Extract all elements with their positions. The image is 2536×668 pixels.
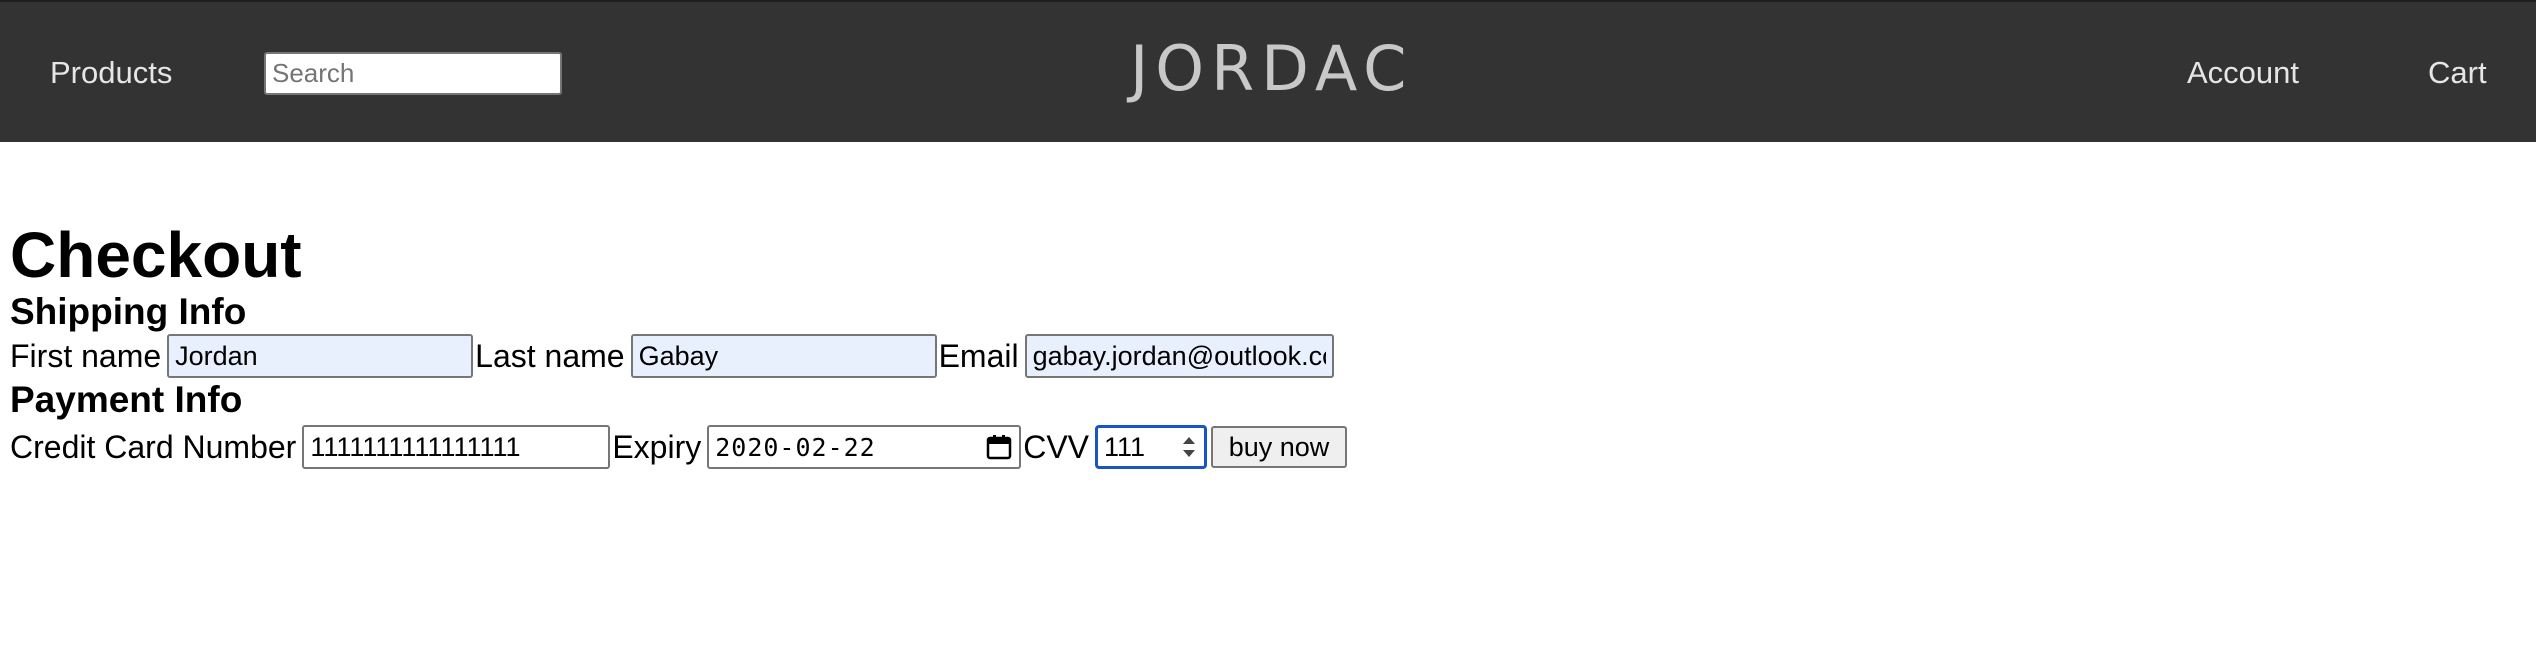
last-name-field[interactable]: [630, 334, 937, 378]
calendar-icon[interactable]: [985, 434, 1013, 460]
spinner-arrows-icon[interactable]: [1180, 432, 1198, 462]
nav-cart-link[interactable]: Cart: [2428, 55, 2487, 91]
payment-info-heading: Payment Info: [10, 379, 243, 420]
credit-card-field[interactable]: [302, 425, 611, 469]
buy-now-button[interactable]: buy now: [1211, 426, 1348, 468]
cvv-label: CVV: [1023, 429, 1090, 465]
page-title: Checkout: [10, 219, 302, 291]
first-name-label: First name: [10, 338, 162, 374]
expiry-date-value: 2020-02-22: [715, 432, 876, 462]
expiry-date-field[interactable]: 2020-02-22: [707, 425, 1022, 469]
email-label: Email: [938, 338, 1019, 374]
cvv-value: 111: [1104, 431, 1146, 462]
last-name-label: Last name: [475, 338, 625, 374]
shipping-form-row: First name Last name Email: [10, 332, 1347, 380]
nav-products-link[interactable]: Products: [50, 55, 172, 91]
checkout-section: Checkout Shipping Info First name Last n…: [10, 218, 1348, 474]
shipping-info-heading: Shipping Info: [10, 291, 247, 332]
search-input[interactable]: [264, 52, 562, 95]
brand-logo[interactable]: JORDAC: [1130, 34, 1413, 104]
first-name-field[interactable]: [167, 334, 474, 378]
payment-form-row: Credit Card Number Expiry 2020-02-22 CVV…: [10, 420, 1348, 474]
nav-account-link[interactable]: Account: [2187, 55, 2299, 91]
email-field[interactable]: [1024, 334, 1334, 378]
credit-card-label: Credit Card Number: [10, 429, 297, 465]
expiry-label: Expiry: [612, 429, 702, 465]
cvv-field[interactable]: 111: [1095, 425, 1208, 469]
top-navbar: Products JORDAC Account Cart: [0, 0, 2536, 142]
